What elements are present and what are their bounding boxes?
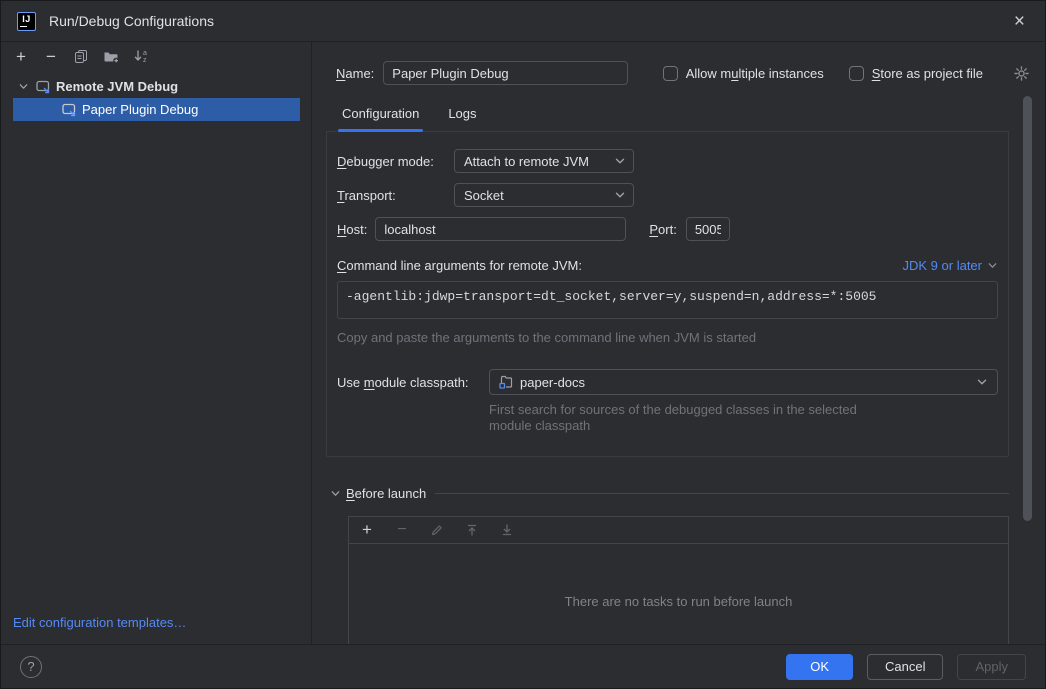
cancel-button[interactable]: Cancel xyxy=(867,654,943,680)
transport-value: Socket xyxy=(464,188,504,203)
move-up-button[interactable] xyxy=(461,519,483,541)
svg-text:a: a xyxy=(143,50,147,57)
debugger-mode-label: Debugger mode: xyxy=(337,154,454,169)
ok-button[interactable]: OK xyxy=(786,654,853,680)
chevron-down-icon xyxy=(614,189,626,201)
module-classpath-hint: First search for sources of the debugged… xyxy=(489,402,998,434)
move-down-button[interactable] xyxy=(496,519,518,541)
plus-icon: + xyxy=(362,520,372,540)
apply-button[interactable]: Apply xyxy=(957,654,1026,680)
arrow-up-bar-icon xyxy=(465,523,479,537)
tree-item-paper-plugin-debug[interactable]: Paper Plugin Debug xyxy=(13,98,300,121)
transport-row: Transport: Socket xyxy=(337,183,998,207)
tab-logs[interactable]: Logs xyxy=(447,106,477,131)
port-label: Port: xyxy=(649,222,676,237)
cmdline-label: Command line arguments for remote JVM: xyxy=(337,258,582,273)
pencil-icon xyxy=(430,523,444,537)
remove-task-button[interactable]: − xyxy=(391,519,413,541)
module-classpath-label: Use module classpath: xyxy=(337,375,489,390)
module-classpath-row: Use module classpath: paper-docs xyxy=(337,369,998,395)
module-classpath-select[interactable]: paper-docs xyxy=(489,369,998,395)
configurations-tree: Remote JVM Debug Paper Plugin Debug xyxy=(1,68,311,121)
create-folder-button[interactable] xyxy=(100,45,122,67)
debugger-mode-select[interactable]: Attach to remote JVM xyxy=(454,149,634,173)
host-input[interactable] xyxy=(375,217,626,241)
jdk-version-link[interactable]: JDK 9 or later xyxy=(903,258,998,273)
sort-configurations-button[interactable]: az xyxy=(130,45,152,67)
before-launch-header: Before launch xyxy=(330,484,1004,502)
checkbox-icon xyxy=(663,66,678,81)
help-button[interactable]: ? xyxy=(20,656,42,678)
sidebar: + − az Remote JVM Debug Paper Plugin Deb… xyxy=(1,42,312,644)
tree-group-remote-jvm-debug[interactable]: Remote JVM Debug xyxy=(1,75,311,98)
host-port-row: Host: Port: xyxy=(337,217,998,241)
run-debug-configurations-dialog: IJ Run/Debug Configurations × + − az Rem… xyxy=(0,0,1046,689)
host-label: Host: xyxy=(337,222,367,237)
collapse-chevron-icon[interactable] xyxy=(330,488,341,499)
tree-group-label: Remote JVM Debug xyxy=(56,79,178,94)
port-input[interactable] xyxy=(686,217,730,241)
sort-az-icon: az xyxy=(133,48,150,64)
name-label: Name: xyxy=(336,66,374,81)
remote-debug-config-icon xyxy=(35,79,52,94)
chevron-down-icon xyxy=(976,376,988,388)
minus-icon: − xyxy=(397,521,406,539)
transport-label: Transport: xyxy=(337,188,454,203)
name-row: Name: Allow multiple instances Store as … xyxy=(336,61,1030,85)
close-icon[interactable]: × xyxy=(1010,12,1029,31)
copy-configuration-button[interactable] xyxy=(70,45,92,67)
tree-item-label: Paper Plugin Debug xyxy=(82,102,198,117)
dialog-title: Run/Debug Configurations xyxy=(49,13,214,29)
header-checkboxes: Allow multiple instances Store as projec… xyxy=(663,65,1030,82)
checkbox-icon xyxy=(849,66,864,81)
edit-configuration-templates-link[interactable]: Edit configuration templates… xyxy=(13,615,186,630)
footer: ? OK Cancel Apply xyxy=(1,644,1045,688)
cmdline-header: Command line arguments for remote JVM: J… xyxy=(337,256,998,274)
minus-icon: − xyxy=(46,48,56,65)
cmdline-args-textarea[interactable]: -agentlib:jdwp=transport=dt_socket,serve… xyxy=(337,281,998,319)
module-classpath-value: paper-docs xyxy=(520,375,585,390)
intellij-logo-icon: IJ xyxy=(17,12,36,31)
sidebar-toolbar: + − az xyxy=(1,42,311,68)
before-launch-empty-text: There are no tasks to run before launch xyxy=(349,544,1008,644)
svg-text:z: z xyxy=(143,57,147,64)
module-icon xyxy=(498,374,514,390)
footer-buttons: OK Cancel Apply xyxy=(786,654,1026,680)
store-as-project-file-checkbox[interactable]: Store as project file xyxy=(849,66,983,81)
store-options-gear-icon[interactable] xyxy=(1013,65,1030,82)
allow-multiple-instances-checkbox[interactable]: Allow multiple instances xyxy=(663,66,824,81)
copy-icon xyxy=(73,48,89,64)
add-configuration-button[interactable]: + xyxy=(10,45,32,67)
before-launch-toolbar: + − xyxy=(349,517,1008,544)
titlebar: IJ Run/Debug Configurations × xyxy=(1,1,1045,42)
before-launch-label: Before launch xyxy=(346,486,426,501)
remove-configuration-button[interactable]: − xyxy=(40,45,62,67)
arrow-down-bar-icon xyxy=(500,523,514,537)
section-divider xyxy=(435,493,1009,494)
before-launch-panel: + − There are no tasks to run before lau… xyxy=(348,516,1009,644)
tab-bar: Configuration Logs xyxy=(336,101,1004,131)
edit-task-button[interactable] xyxy=(426,519,448,541)
folder-plus-icon xyxy=(102,48,120,64)
chevron-down-icon xyxy=(987,260,998,271)
debugger-mode-row: Debugger mode: Attach to remote JVM xyxy=(337,149,998,173)
tab-configuration[interactable]: Configuration xyxy=(341,106,420,131)
chevron-down-icon xyxy=(614,155,626,167)
configuration-editor: Name: Allow multiple instances Store as … xyxy=(312,42,1045,644)
remote-debug-config-icon xyxy=(61,102,78,117)
configuration-tab-panel: Debugger mode: Attach to remote JVM Tran… xyxy=(326,131,1009,457)
add-task-button[interactable]: + xyxy=(356,519,378,541)
debugger-mode-value: Attach to remote JVM xyxy=(464,154,589,169)
vertical-scrollbar[interactable] xyxy=(1023,96,1032,521)
plus-icon: + xyxy=(16,48,26,65)
allow-multiple-instances-label: Allow multiple instances xyxy=(686,66,824,81)
store-as-project-file-label: Store as project file xyxy=(872,66,983,81)
cmdline-hint: Copy and paste the arguments to the comm… xyxy=(337,330,998,345)
transport-select[interactable]: Socket xyxy=(454,183,634,207)
chevron-down-icon[interactable] xyxy=(16,81,30,92)
name-input[interactable] xyxy=(383,61,628,85)
